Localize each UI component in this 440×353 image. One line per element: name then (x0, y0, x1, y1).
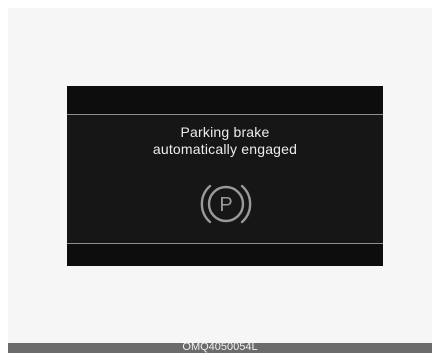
warning-message: Parking brake automatically engaged (67, 124, 383, 158)
parking-brake-icon-letter: P (219, 194, 232, 216)
display-top-divider (67, 114, 383, 115)
warning-message-line-2: automatically engaged (152, 141, 298, 157)
display-top-band (67, 86, 383, 114)
display-bottom-band (67, 244, 383, 266)
figure-caption-bar: OMQ4050054L (8, 343, 432, 353)
parking-brake-icon: P (200, 184, 252, 224)
figure-caption-code: OMQ4050054L (182, 343, 258, 353)
instrument-cluster-display: Parking brake automatically engaged P (67, 86, 383, 266)
warning-message-line-1: Parking brake (180, 124, 270, 140)
